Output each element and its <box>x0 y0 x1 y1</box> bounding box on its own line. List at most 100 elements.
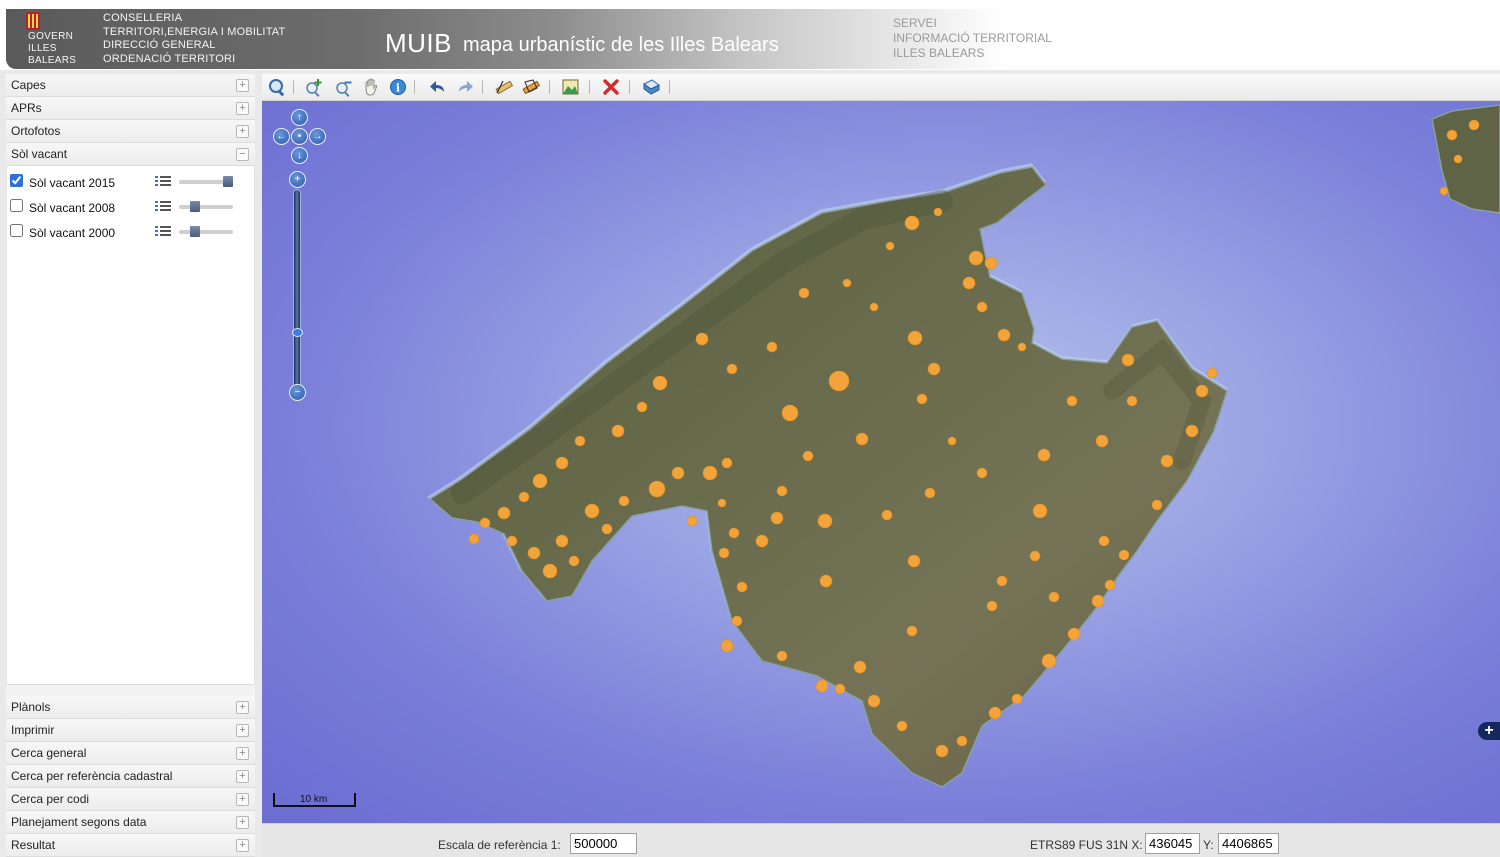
section-label: Capes <box>11 78 46 92</box>
toolbar-separator <box>669 80 670 94</box>
legend-icon[interactable] <box>155 175 171 187</box>
section-label: Sòl vacant <box>11 147 68 161</box>
scale-label: Escala de referència 1: <box>438 838 561 852</box>
zoom-extent-icon[interactable] <box>267 77 287 97</box>
layer-row: Sòl vacant 2008 <box>7 197 254 222</box>
expand-icon[interactable]: + <box>236 839 249 852</box>
zoom-out-button[interactable]: − <box>289 384 306 401</box>
status-bar: Escala de referència 1: ETRS89 FUS 31N X… <box>262 823 1500 857</box>
toolbar-separator <box>482 80 483 94</box>
clear-icon[interactable] <box>601 77 621 97</box>
expand-icon[interactable]: + <box>236 724 249 737</box>
section-cerca-cadastral[interactable]: Cerca per referència cadastral + <box>6 765 255 788</box>
section-label: Planejament segons data <box>11 815 147 829</box>
coord-y-label: Y: <box>1203 838 1214 852</box>
expand-icon[interactable]: + <box>236 102 249 115</box>
layer-row: Sòl vacant 2015 <box>7 172 254 197</box>
zoom-in-icon[interactable] <box>304 77 324 97</box>
pan-up-icon[interactable]: ↑ <box>291 109 308 126</box>
section-label: Cerca general <box>11 746 87 760</box>
zoom-slider-thumb[interactable] <box>292 328 303 337</box>
toolbar-separator <box>549 80 550 94</box>
info-icon[interactable]: i <box>388 77 408 97</box>
section-planejament-data[interactable]: Planejament segons data + <box>6 811 255 834</box>
section-label: Ortofotos <box>11 124 61 138</box>
collapse-icon[interactable]: − <box>236 148 249 161</box>
map-viewport[interactable]: ↑ ← • → ↓ + − 10 km + <box>262 101 1500 823</box>
toolbar-separator <box>414 80 415 94</box>
legend-icon[interactable] <box>155 200 171 212</box>
map-toolbar: i <box>262 74 1500 101</box>
expand-icon[interactable]: + <box>236 701 249 714</box>
opacity-slider-thumb[interactable] <box>190 201 200 212</box>
opacity-slider[interactable] <box>179 205 233 209</box>
toolbar-separator <box>293 80 294 94</box>
coord-y-input[interactable] <box>1218 833 1279 854</box>
zoom-out-icon[interactable] <box>334 77 354 97</box>
section-sol-vacant[interactable]: Sòl vacant − <box>6 143 255 166</box>
pan-control: ↑ ← • → ↓ <box>271 109 329 169</box>
expand-icon[interactable]: + <box>236 79 249 92</box>
layer-checkbox[interactable] <box>10 199 23 212</box>
section-label: Cerca per codi <box>11 792 90 806</box>
expand-icon[interactable]: + <box>236 747 249 760</box>
svg-text:i: i <box>396 82 400 95</box>
zoom-slider[interactable] <box>293 189 301 394</box>
expand-icon[interactable]: + <box>236 125 249 138</box>
app-subtitle: mapa urbanístic de les Illes Balears <box>463 34 779 56</box>
expand-panel-button[interactable]: + <box>1478 722 1500 740</box>
bottom-sections: Plànols + Imprimir + Cerca general + Cer… <box>6 696 255 857</box>
section-imprimir[interactable]: Imprimir + <box>6 719 255 742</box>
section-cerca-codi[interactable]: Cerca per codi + <box>6 788 255 811</box>
app-header: GOVERN ILLES BALEARS CONSELLERIA TERRITO… <box>0 0 1500 70</box>
scale-input[interactable] <box>570 833 637 854</box>
section-label: Resultat <box>11 838 56 852</box>
pan-left-icon[interactable]: ← <box>273 128 290 145</box>
opacity-slider-thumb[interactable] <box>190 226 200 237</box>
section-cerca-general[interactable]: Cerca general + <box>6 742 255 765</box>
sol-vacant-layer-list: Sòl vacant 2015 Sòl vacant 2008 Sòl vaca… <box>6 166 255 685</box>
servei-name: SERVEI INFORMACIÓ TERRITORIAL ILLES BALE… <box>893 16 1052 60</box>
pan-right-icon[interactable]: → <box>309 128 326 145</box>
scale-bar-label: 10 km <box>300 794 328 805</box>
toolbar-separator <box>589 80 590 94</box>
layer-checkbox[interactable] <box>10 174 23 187</box>
undo-icon[interactable] <box>428 77 448 97</box>
print-icon[interactable] <box>641 77 661 97</box>
section-resultat[interactable]: Resultat + <box>6 834 255 857</box>
expand-icon[interactable]: + <box>236 770 249 783</box>
zoom-in-button[interactable]: + <box>289 171 306 188</box>
section-label: Plànols <box>11 700 51 714</box>
govern-name: GOVERN ILLES BALEARS <box>28 31 77 66</box>
pan-center-icon[interactable]: • <box>291 128 308 145</box>
pan-down-icon[interactable]: ↓ <box>291 147 308 164</box>
section-label: APRs <box>11 101 42 115</box>
section-label: Cerca per referència cadastral <box>11 769 173 783</box>
conselleria-name: CONSELLERIA TERRITORI,ENERGIA I MOBILITA… <box>103 12 286 65</box>
legend-icon[interactable] <box>155 225 171 237</box>
coord-x-label: ETRS89 FUS 31N X: <box>1030 838 1143 852</box>
opacity-slider-thumb[interactable] <box>223 176 233 187</box>
layer-label: Sòl vacant 2015 <box>29 176 116 190</box>
govern-logo-icon <box>26 12 40 30</box>
coord-x-input[interactable] <box>1145 833 1200 854</box>
measure-distance-icon[interactable] <box>494 77 514 97</box>
expand-icon[interactable]: + <box>236 816 249 829</box>
map-export-icon[interactable] <box>561 77 581 97</box>
section-planols[interactable]: Plànols + <box>6 696 255 719</box>
opacity-slider[interactable] <box>179 230 233 234</box>
layer-row: Sòl vacant 2000 <box>7 222 254 247</box>
expand-icon[interactable]: + <box>236 793 249 806</box>
pan-hand-icon[interactable] <box>361 77 381 97</box>
layer-checkbox[interactable] <box>10 224 23 237</box>
map-canvas[interactable] <box>262 101 1500 823</box>
layer-label: Sòl vacant 2008 <box>29 201 116 215</box>
section-capes[interactable]: Capes + <box>6 74 255 97</box>
measure-area-icon[interactable] <box>521 77 541 97</box>
app-title: MUIB <box>385 28 452 58</box>
section-label: Imprimir <box>11 723 55 737</box>
redo-icon[interactable] <box>455 77 475 97</box>
section-ortofotos[interactable]: Ortofotos + <box>6 120 255 143</box>
section-aprs[interactable]: APRs + <box>6 97 255 120</box>
left-panel: Capes + APRs + Ortofotos + Sòl vacant − … <box>6 74 255 857</box>
